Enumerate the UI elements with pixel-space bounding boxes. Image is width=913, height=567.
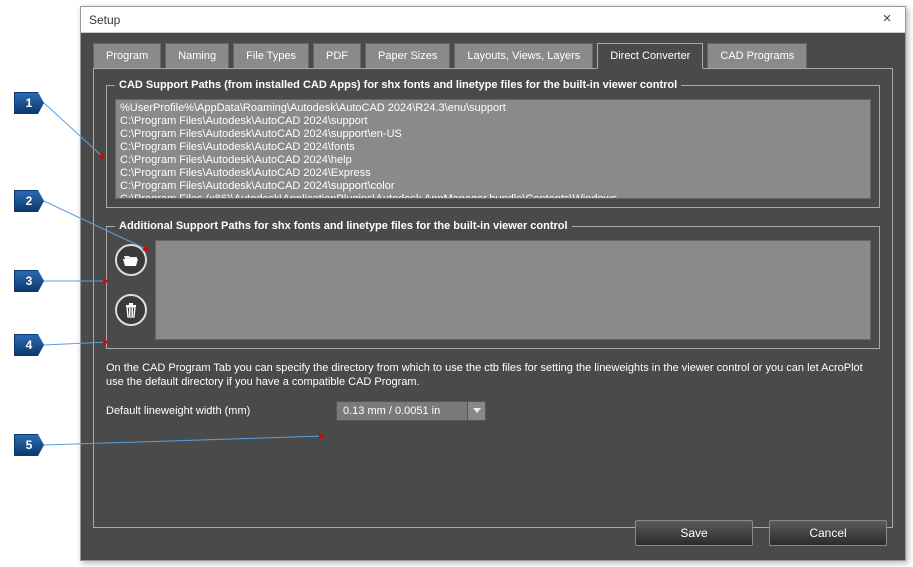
path-item[interactable]: C:\Program Files\Autodesk\AutoCAD 2024\s… bbox=[120, 115, 866, 128]
lineweight-row: Default lineweight width (mm) 0.13 mm / … bbox=[106, 401, 880, 421]
path-item[interactable]: %UserProfile%\AppData\Roaming\Autodesk\A… bbox=[120, 102, 866, 115]
setup-dialog: Setup × Program Naming File Types PDF Pa… bbox=[80, 6, 906, 561]
tab-panel: CAD Support Paths (from installed CAD Ap… bbox=[93, 68, 893, 528]
delete-button[interactable] bbox=[115, 294, 147, 326]
tab-program[interactable]: Program bbox=[93, 43, 161, 69]
path-item[interactable]: C:\Program Files (x86)\Autodesk\Applicat… bbox=[120, 193, 866, 199]
callout-4: 4 bbox=[14, 334, 44, 356]
additional-support-paths-legend: Additional Support Paths for shx fonts a… bbox=[115, 220, 572, 232]
callout-1: 1 bbox=[14, 92, 44, 114]
folder-open-icon bbox=[123, 253, 139, 267]
path-item[interactable]: C:\Program Files\Autodesk\AutoCAD 2024\E… bbox=[120, 167, 866, 180]
lineweight-label: Default lineweight width (mm) bbox=[106, 405, 326, 417]
dialog-footer: Save Cancel bbox=[635, 520, 887, 546]
cad-support-paths-list[interactable]: %UserProfile%\AppData\Roaming\Autodesk\A… bbox=[115, 99, 871, 199]
tab-cad-programs[interactable]: CAD Programs bbox=[707, 43, 807, 69]
path-item[interactable]: C:\Program Files\Autodesk\AutoCAD 2024\f… bbox=[120, 141, 866, 154]
lineweight-value: 0.13 mm / 0.0051 in bbox=[343, 405, 440, 417]
trash-icon bbox=[124, 302, 138, 318]
tab-pdf[interactable]: PDF bbox=[313, 43, 361, 69]
callout-5: 5 bbox=[14, 434, 44, 456]
add-folder-button[interactable] bbox=[115, 244, 147, 276]
chevron-down-icon bbox=[467, 402, 485, 420]
callout-3: 3 bbox=[14, 270, 44, 292]
path-item[interactable]: C:\Program Files\Autodesk\AutoCAD 2024\s… bbox=[120, 128, 866, 141]
cancel-button[interactable]: Cancel bbox=[769, 520, 887, 546]
tab-layouts[interactable]: Layouts, Views, Layers bbox=[454, 43, 593, 69]
additional-support-paths-group: Additional Support Paths for shx fonts a… bbox=[106, 220, 880, 349]
window-title: Setup bbox=[89, 13, 877, 27]
close-icon[interactable]: × bbox=[877, 10, 897, 30]
tab-direct-converter[interactable]: Direct Converter bbox=[597, 43, 703, 69]
callout-2: 2 bbox=[14, 190, 44, 212]
path-item[interactable]: C:\Program Files\Autodesk\AutoCAD 2024\h… bbox=[120, 154, 866, 167]
lineweight-select[interactable]: 0.13 mm / 0.0051 in bbox=[336, 401, 486, 421]
tab-paper-sizes[interactable]: Paper Sizes bbox=[365, 43, 450, 69]
tab-naming[interactable]: Naming bbox=[165, 43, 229, 69]
tab-file-types[interactable]: File Types bbox=[233, 43, 309, 69]
tab-strip: Program Naming File Types PDF Paper Size… bbox=[93, 43, 893, 69]
cad-support-paths-group: CAD Support Paths (from installed CAD Ap… bbox=[106, 79, 880, 208]
additional-paths-list[interactable] bbox=[155, 240, 871, 340]
ctb-note: On the CAD Program Tab you can specify t… bbox=[106, 361, 880, 389]
cad-support-paths-legend: CAD Support Paths (from installed CAD Ap… bbox=[115, 79, 681, 91]
path-item[interactable]: C:\Program Files\Autodesk\AutoCAD 2024\s… bbox=[120, 180, 866, 193]
save-button[interactable]: Save bbox=[635, 520, 753, 546]
titlebar: Setup × bbox=[81, 7, 905, 33]
